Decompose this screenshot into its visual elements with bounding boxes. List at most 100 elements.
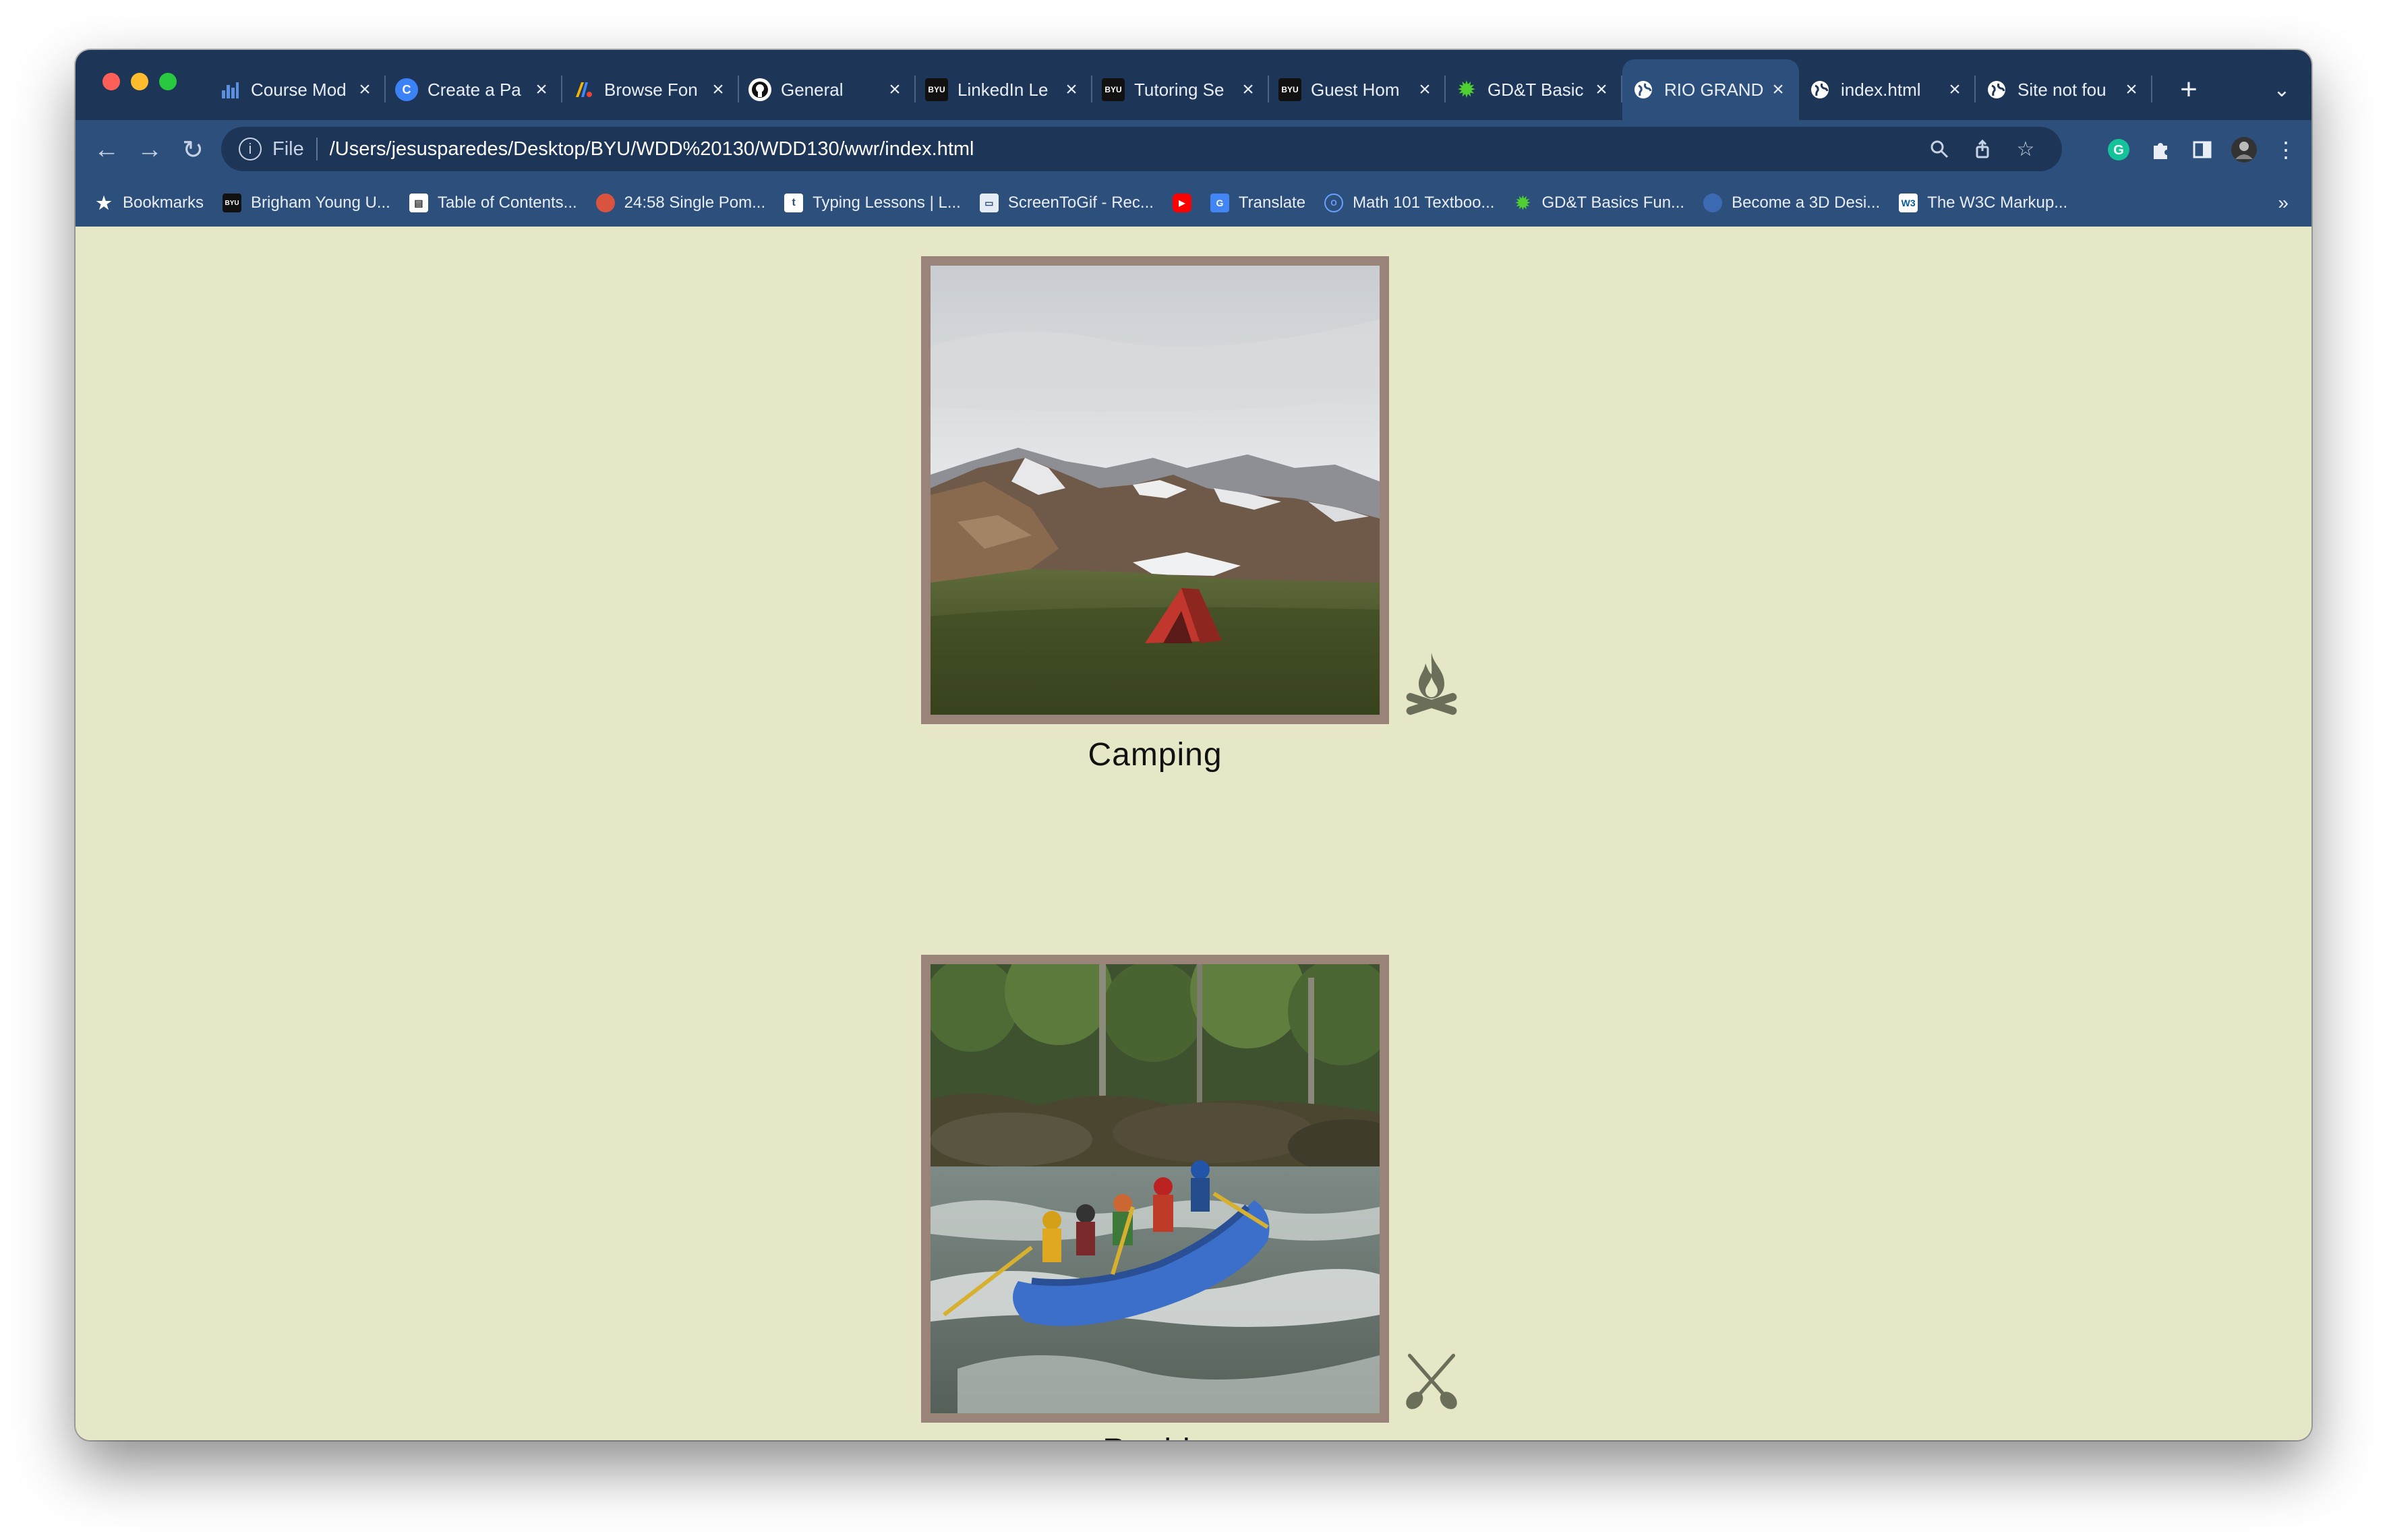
extensions-puzzle-icon[interactable]	[2140, 129, 2181, 170]
address-bar[interactable]: i File /Users/jesusparedes/Desktop/BYU/W…	[221, 127, 2062, 171]
bookmark-label: Become a 3D Desi...	[1732, 194, 1881, 212]
tab-rio-grande[interactable]: RIO GRAND ×	[1622, 59, 1799, 120]
bookmark-typing-lessons[interactable]: t Typing Lessons | L...	[784, 194, 961, 212]
toolbar: ← → ↻ i File /Users/jesusparedes/Desktop…	[76, 120, 2311, 179]
tab-label: Site not fou	[2017, 79, 2106, 100]
tab-search-chevron-icon[interactable]: ⌄	[2263, 59, 2301, 120]
close-tab-icon[interactable]: ×	[355, 78, 375, 101]
bookmark-screentogif[interactable]: ▭ ScreenToGif - Rec...	[979, 194, 1154, 212]
minimize-window-button[interactable]	[131, 73, 148, 90]
tab-general[interactable]: General ×	[739, 59, 916, 120]
bookmark-pomodoro[interactable]: 24:58 Single Pom...	[595, 194, 766, 212]
activity-caption: Camping	[1088, 737, 1222, 773]
tab-browse-fonts[interactable]: Browse Fon ×	[562, 59, 739, 120]
bookmark-label: Typing Lessons | L...	[813, 194, 961, 212]
river-rafting-photo	[921, 955, 1389, 1423]
site-info-icon[interactable]: i	[239, 138, 262, 160]
bookmark-star-icon[interactable]: ☆	[2007, 127, 2044, 171]
bookmark-table-of-contents[interactable]: ▤ Table of Contents...	[409, 194, 577, 212]
tab-label: LinkedIn Le	[957, 79, 1049, 100]
grammarly-icon[interactable]: G	[2098, 129, 2139, 170]
tomato-icon	[595, 194, 615, 212]
bookmark-youtube[interactable]: ▶	[1172, 194, 1191, 212]
tab-label: GD&T Basic	[1487, 79, 1584, 100]
tab-label: Create a Pa	[428, 79, 521, 100]
close-tab-icon[interactable]: ×	[708, 78, 728, 101]
reload-icon[interactable]: ↻	[173, 129, 213, 170]
close-tab-icon[interactable]: ×	[1061, 78, 1082, 101]
side-panel-icon[interactable]	[2182, 129, 2222, 170]
close-window-button[interactable]	[102, 73, 120, 90]
bookmark-brigham-young[interactable]: BYU Brigham Young U...	[223, 194, 390, 212]
tab-guest-home[interactable]: BYU Guest Hom ×	[1269, 59, 1446, 120]
close-tab-icon[interactable]: ×	[1238, 78, 1258, 101]
bar-chart-icon	[218, 78, 241, 101]
circle-c-icon: C	[395, 78, 418, 101]
tab-site-not-found[interactable]: Site not fou ×	[1976, 59, 2152, 120]
tab-label: index.html	[1841, 79, 1921, 100]
back-arrow-icon[interactable]: ←	[86, 129, 127, 170]
bookmark-math-101[interactable]: O Math 101 Textboo...	[1324, 194, 1494, 212]
tab-linkedin[interactable]: BYU LinkedIn Le ×	[916, 59, 1092, 120]
bookmark-w3c[interactable]: W3 The W3C Markup...	[1899, 194, 2067, 212]
tab-label: Guest Hom	[1311, 79, 1400, 100]
bookmarks-bar: ★ Bookmarks BYU Brigham Young U... ▤ Tab…	[76, 179, 2311, 227]
tab-list: Course Mod × C Create a Pa × Browse Fon …	[209, 59, 2152, 120]
bookmark-label: The W3C Markup...	[1927, 194, 2068, 212]
activity-caption: Rapids	[882, 1432, 1428, 1440]
close-tab-icon[interactable]: ×	[1945, 78, 1965, 101]
tab-tutoring[interactable]: BYU Tutoring Se ×	[1092, 59, 1269, 120]
w3c-icon: W3	[1899, 194, 1918, 212]
mountain-tent-photo	[921, 256, 1389, 724]
more-vert-icon[interactable]: ⋮	[2266, 129, 2306, 170]
book-icon: ▤	[409, 194, 428, 212]
close-tab-icon[interactable]: ×	[1415, 78, 1435, 101]
bookmark-gdt-basics[interactable]: ✹ GD&T Basics Fun...	[1513, 193, 1685, 213]
bookmark-label: Translate	[1238, 194, 1306, 212]
svg-text:G: G	[2113, 143, 2124, 158]
globe-icon	[1808, 78, 1831, 101]
profile-avatar[interactable]	[2224, 129, 2264, 170]
zoom-window-button[interactable]	[159, 73, 177, 90]
tab-course-mod[interactable]: Course Mod ×	[209, 59, 386, 120]
tab-label: Browse Fon	[604, 79, 698, 100]
close-tab-icon[interactable]: ×	[1768, 78, 1788, 101]
tab-index-html[interactable]: index.html ×	[1799, 59, 1976, 120]
gear-icon: ✹	[1458, 78, 1475, 101]
globe-icon	[1632, 78, 1655, 101]
more-bookmarks-chevron-icon[interactable]: »	[2278, 179, 2289, 227]
typing-icon: t	[784, 194, 804, 212]
zoom-search-icon[interactable]	[1920, 127, 1958, 171]
tab-create-a-pa[interactable]: C Create a Pa ×	[386, 59, 562, 120]
browser-window: Course Mod × C Create a Pa × Browse Fon …	[76, 50, 2311, 1440]
tab-gdt-basics[interactable]: ✹ GD&T Basic ×	[1446, 59, 1622, 120]
share-icon[interactable]	[1964, 127, 2001, 171]
bookmark-label: 24:58 Single Pom...	[624, 194, 766, 212]
bookmark-label: Brigham Young U...	[251, 194, 390, 212]
screen-icon: ▭	[979, 194, 999, 212]
address-url[interactable]: /Users/jesusparedes/Desktop/BYU/WDD%2013…	[330, 138, 974, 160]
address-scheme: File	[272, 138, 304, 160]
close-tab-icon[interactable]: ×	[2121, 78, 2142, 101]
bookmark-3d-designer[interactable]: Become a 3D Desi...	[1703, 194, 1880, 212]
address-divider	[316, 138, 318, 160]
new-tab-button[interactable]: +	[2169, 59, 2209, 120]
activity-card-camping: Camping	[921, 256, 1457, 773]
tab-label: RIO GRAND	[1664, 79, 1764, 100]
bookmark-label: ScreenToGif - Rec...	[1007, 194, 1154, 212]
byu-icon: BYU	[1278, 78, 1301, 101]
bookmark-bookmarks[interactable]: ★ Bookmarks	[94, 193, 204, 213]
close-tab-icon[interactable]: ×	[885, 78, 905, 101]
byu-icon: BYU	[925, 78, 948, 101]
tab-label: Course Mod	[251, 79, 347, 100]
google-fonts-icon	[572, 78, 595, 101]
tab-label: General	[781, 79, 844, 100]
bookmark-label: Math 101 Textboo...	[1353, 194, 1495, 212]
paddles-icon	[1406, 1353, 1457, 1409]
forward-arrow-icon[interactable]: →	[129, 129, 170, 170]
bookmark-label: Table of Contents...	[437, 194, 577, 212]
close-tab-icon[interactable]: ×	[531, 78, 552, 101]
bookmark-translate[interactable]: G Translate	[1210, 194, 1305, 212]
close-tab-icon[interactable]: ×	[1591, 78, 1612, 101]
campfire-icon	[1406, 653, 1457, 715]
